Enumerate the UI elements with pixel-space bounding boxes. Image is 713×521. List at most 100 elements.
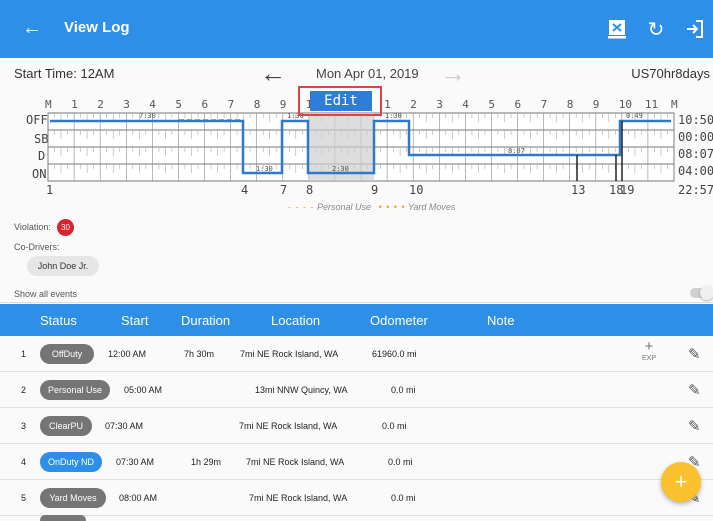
col-start: Start (121, 313, 149, 328)
events-table-header: Status Start Duration Location Odometer … (0, 304, 713, 336)
event-tick: 19 (620, 183, 634, 197)
location-cell: 7mi NE Rock Island, WA (240, 349, 339, 359)
document-cancel-icon[interactable] (604, 16, 630, 42)
row-number: 4 (21, 457, 27, 467)
hour-label: 8 (254, 98, 261, 111)
event-tick: 4 (241, 183, 248, 197)
total-off: 10:50 (678, 113, 713, 127)
hour-label: 11 (645, 98, 658, 111)
total-all: 22:57 (678, 183, 713, 197)
hour-label: 3 (436, 98, 443, 111)
hour-label: 2 (410, 98, 417, 111)
violation-label: Violation: (14, 222, 51, 232)
hour-label: 8 (567, 98, 574, 111)
hour-label: 6 (515, 98, 522, 111)
col-duration: Duration (181, 313, 231, 328)
status-pill: OffDuty (40, 344, 94, 364)
exp-label: EXP (641, 355, 656, 362)
add-event-fab[interactable]: + (661, 462, 701, 502)
start-cell: 07:30 AM (105, 421, 144, 431)
table-row[interactable]: 1 OffDuty 12:00 AM 7h 30m 7mi NE Rock Is… (0, 336, 713, 372)
hour-label: 7 (541, 98, 548, 111)
hour-label: M (45, 98, 52, 111)
row-label-sb: SB (34, 132, 48, 146)
odometer-cell: 0.0 mi (388, 457, 413, 467)
cycle-rule: US70hr8days (631, 66, 710, 81)
log-date: Mon Apr 01, 2019 (316, 66, 419, 81)
duration-cell: 7h 30m (184, 349, 215, 359)
page-title: View Log (64, 19, 130, 36)
app-bar: ← View Log ↻ (0, 0, 713, 58)
hour-label: 7 (228, 98, 235, 111)
row-label-off: OFF (26, 113, 48, 127)
yard-moves-swatch: • • • • (378, 202, 406, 212)
next-row-peek (40, 515, 86, 521)
hour-label: 4 (462, 98, 469, 111)
row-number: 1 (21, 349, 27, 359)
hour-label: 10 (619, 98, 632, 111)
location-cell: 7mi NE Rock Island, WA (246, 457, 345, 467)
refresh-icon[interactable]: ↻ (643, 16, 669, 42)
location-cell: 13mi NNW Quincy, WA (255, 385, 348, 395)
row-number: 5 (21, 493, 27, 503)
start-cell: 12:00 AM (108, 349, 147, 359)
show-all-events-toggle[interactable] (690, 286, 713, 300)
hour-label: 9 (280, 98, 287, 111)
event-tick: 10 (409, 183, 423, 197)
total-sb: 00:00 (678, 130, 713, 144)
row-number: 2 (21, 385, 27, 395)
table-row[interactable]: 3 ClearPU 07:30 AM 7mi NE Rock Island, W… (0, 408, 713, 444)
hour-label: 9 (593, 98, 600, 111)
segment-label: 0:49 (626, 112, 643, 120)
hour-label: 5 (488, 98, 495, 111)
status-pill: Yard Moves (40, 488, 106, 508)
event-tick: 13 (571, 183, 585, 197)
segment-label: 8:07 (508, 147, 525, 155)
col-status: Status (40, 313, 77, 328)
event-tick: 7 (280, 183, 287, 197)
hour-label: 1 (71, 98, 78, 111)
edit-pencil-icon[interactable]: ✎ (688, 345, 701, 363)
col-note: Note (487, 313, 515, 328)
table-row[interactable]: 4 OnDuty ND 07:30 AM 1h 29m 7mi NE Rock … (0, 444, 713, 480)
personal-use-swatch: - - - - (288, 202, 315, 212)
show-all-events-label: Show all events (14, 289, 78, 299)
edit-pencil-icon[interactable]: ✎ (688, 417, 701, 435)
table-row[interactable]: 5 Yard Moves 08:00 AM 7mi NE Rock Island… (0, 480, 713, 516)
location-cell: 7mi NE Rock Island, WA (249, 493, 348, 503)
previous-day-arrow-icon[interactable]: ← (260, 58, 286, 89)
personal-use-legend: Personal Use (317, 202, 372, 212)
log-subheader: Start Time: 12AM ← Mon Apr 01, 2019 → US… (0, 58, 713, 88)
yard-moves-legend: Yard Moves (408, 202, 456, 212)
total-d: 08:07 (678, 147, 713, 161)
event-tick: 9 (371, 183, 378, 197)
status-pill: ClearPU (40, 416, 92, 436)
graph-legend: - - - - Personal Use • • • • Yard Moves (288, 202, 455, 212)
edit-button[interactable]: Edit (298, 86, 382, 116)
hour-label: 5 (175, 98, 182, 111)
add-exception-button[interactable]: + EXP (640, 339, 658, 363)
col-location: Location (271, 313, 321, 328)
total-on: 04:00 (678, 164, 713, 178)
edit-pencil-icon[interactable]: ✎ (688, 381, 701, 399)
table-row[interactable]: 2 Personal Use 05:00 AM 13mi NNW Quincy,… (0, 372, 713, 408)
segment-label: 7:30 (139, 112, 156, 120)
segment-label: 1:30 (256, 165, 273, 173)
hour-label: 4 (149, 98, 156, 111)
divider (0, 302, 713, 303)
segment-label: 1:30 (385, 112, 402, 120)
start-cell: 05:00 AM (124, 385, 163, 395)
hour-label: 2 (97, 98, 104, 111)
back-arrow-icon[interactable]: ← (22, 16, 42, 40)
violation-count-badge[interactable]: 30 (57, 219, 74, 236)
logout-icon[interactable] (682, 16, 708, 42)
odometer-cell: 0.0 mi (391, 493, 416, 503)
row-label-d: D (38, 149, 45, 163)
hour-label: 6 (202, 98, 209, 111)
location-cell: 7mi NE Rock Island, WA (239, 421, 338, 431)
next-day-arrow-icon[interactable]: → (440, 58, 466, 89)
status-pill: OnDuty ND (40, 452, 102, 472)
odometer-cell: 0.0 mi (382, 421, 407, 431)
codriver-chip[interactable]: John Doe Jr. (27, 256, 99, 276)
duration-cell: 1h 29m (191, 457, 222, 467)
